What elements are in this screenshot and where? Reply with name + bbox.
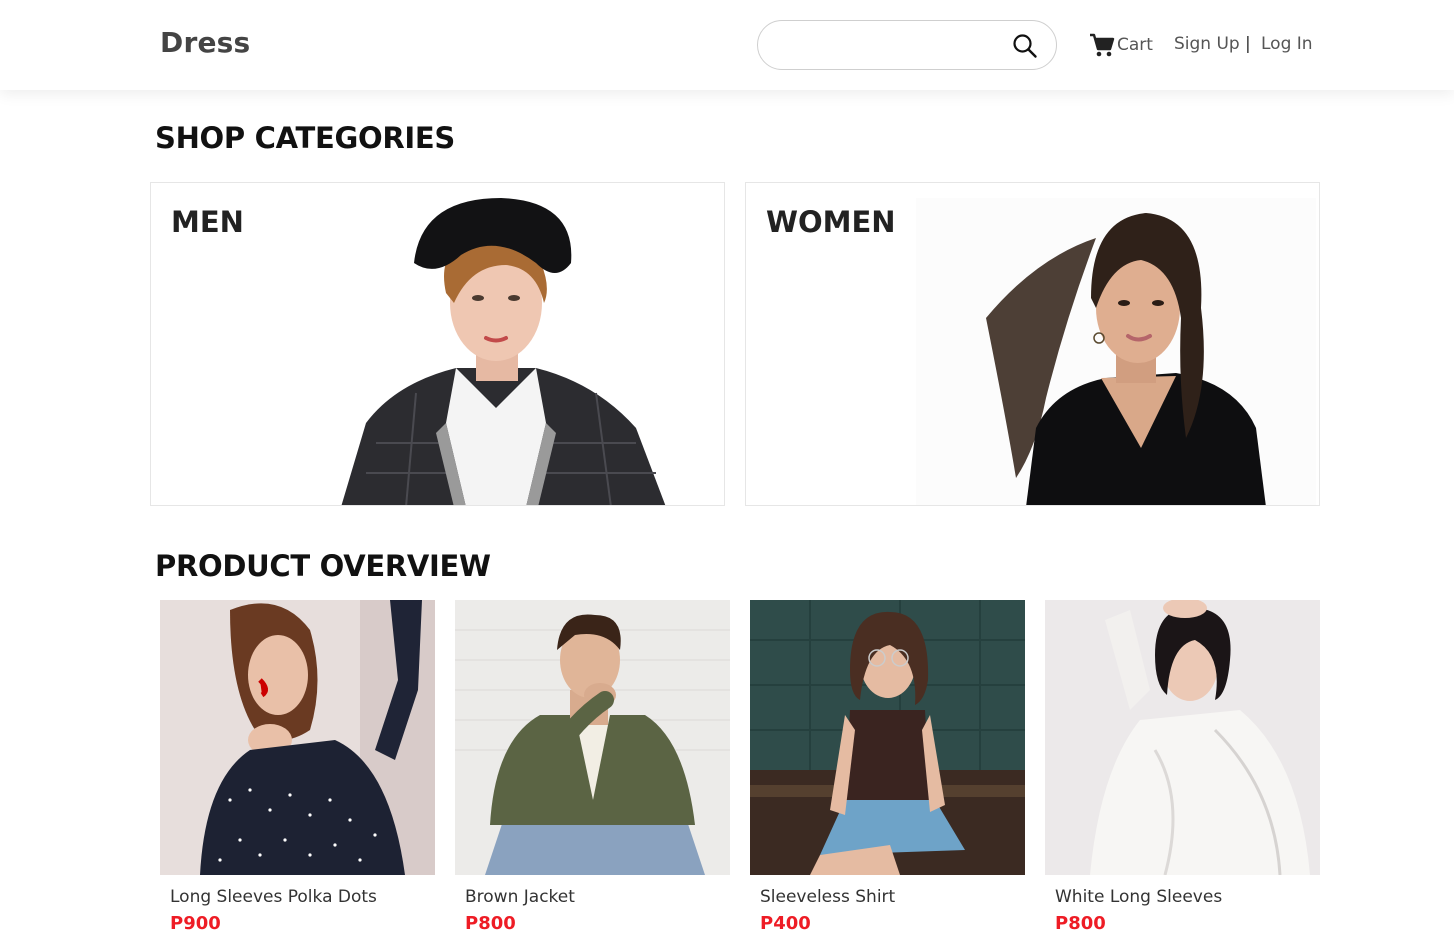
login-link[interactable]: Log In: [1261, 34, 1313, 54]
product-image[interactable]: [750, 600, 1025, 875]
product-name[interactable]: White Long Sleeves: [1055, 887, 1222, 907]
category-label-men: MEN: [171, 205, 244, 239]
search-bar[interactable]: [757, 20, 1057, 70]
product-price: P800: [465, 913, 516, 934]
site-header: Dress Cart Sign Up | Log In: [0, 0, 1454, 90]
nav-separator: |: [1245, 34, 1251, 54]
cart-link[interactable]: Cart: [1088, 31, 1153, 59]
signup-link[interactable]: Sign Up: [1174, 34, 1240, 54]
product-overview-heading: PRODUCT OVERVIEW: [155, 549, 491, 583]
product-name[interactable]: Brown Jacket: [465, 887, 575, 907]
product-name[interactable]: Long Sleeves Polka Dots: [170, 887, 377, 907]
product-price: P400: [760, 913, 811, 934]
category-card-men[interactable]: MEN: [150, 182, 725, 506]
product-price: P800: [1055, 913, 1106, 934]
product-image[interactable]: [1045, 600, 1320, 875]
product-name[interactable]: Sleeveless Shirt: [760, 887, 895, 907]
category-label-women: WOMEN: [766, 205, 896, 239]
product-card[interactable]: Brown Jacket P800: [455, 600, 730, 946]
shop-categories-heading: SHOP CATEGORIES: [155, 121, 456, 155]
product-price: P900: [170, 913, 221, 934]
search-input[interactable]: [776, 33, 1006, 59]
search-icon[interactable]: [1012, 33, 1038, 59]
product-image[interactable]: [160, 600, 435, 875]
product-card[interactable]: White Long Sleeves P800: [1045, 600, 1320, 946]
product-card[interactable]: Long Sleeves Polka Dots P900: [160, 600, 435, 946]
category-card-women[interactable]: WOMEN: [745, 182, 1320, 506]
product-card[interactable]: Sleeveless Shirt P400: [750, 600, 1025, 946]
men-model-image: [341, 198, 666, 505]
cart-icon: [1090, 33, 1115, 57]
brand-logo[interactable]: Dress: [160, 26, 250, 59]
women-model-image: [916, 198, 1316, 505]
cart-label: Cart: [1117, 35, 1153, 55]
product-image[interactable]: [455, 600, 730, 875]
